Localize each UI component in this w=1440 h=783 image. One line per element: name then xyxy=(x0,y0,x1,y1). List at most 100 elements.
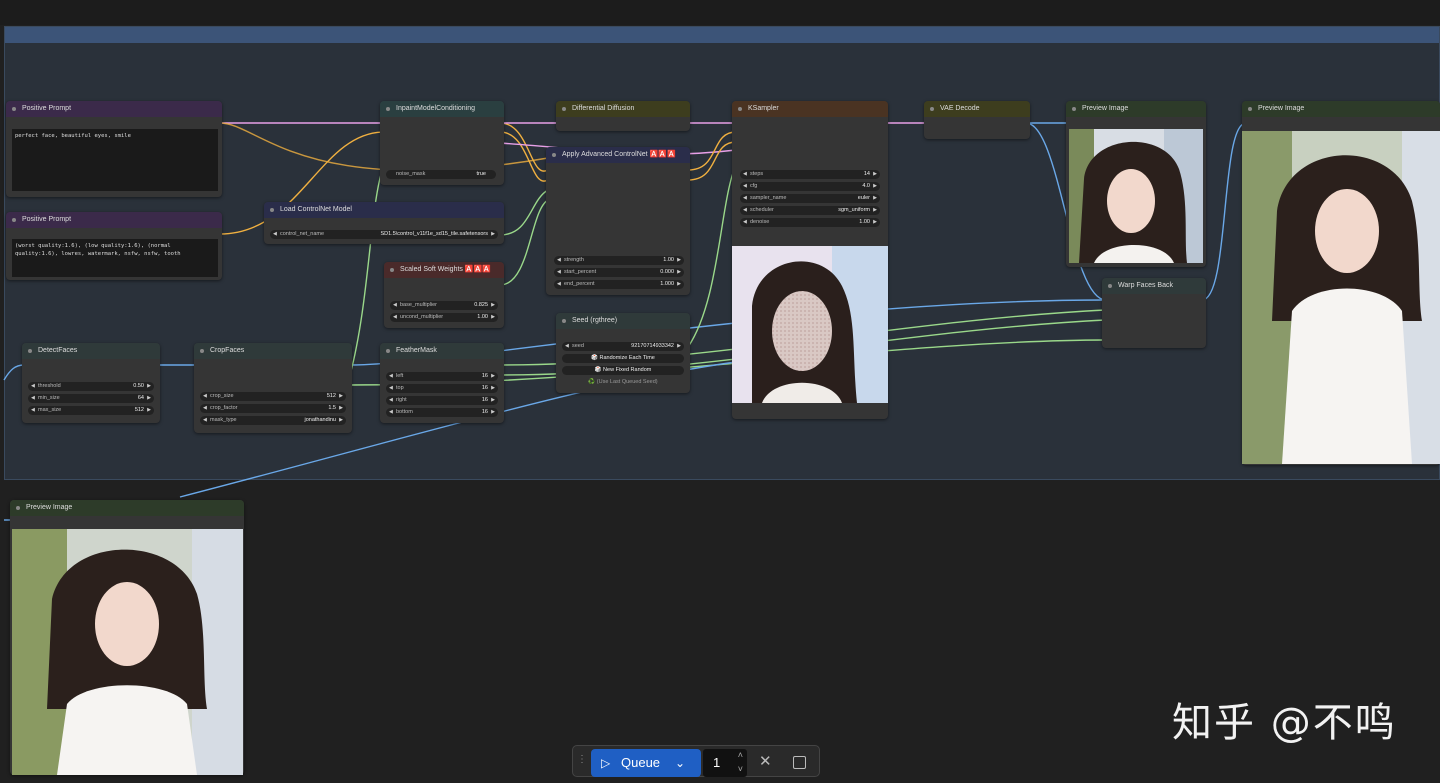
arrow-right-icon[interactable]: ▶ xyxy=(339,392,343,401)
collapse-dot[interactable] xyxy=(738,107,742,111)
node-preview-image-1[interactable]: Preview Image xyxy=(1066,101,1206,267)
node-warp-faces-back[interactable]: Warp Faces Back xyxy=(1102,278,1206,348)
arrow-right-icon[interactable]: ▶ xyxy=(873,206,877,215)
end-percent-field[interactable]: ◀ end_percent 1.000 ▶ xyxy=(554,280,684,289)
sampler-name-select[interactable]: ◀ sampler_name euler ▶ xyxy=(740,194,880,203)
collapse-dot[interactable] xyxy=(12,218,16,222)
queue-button[interactable]: ▷ Queue ⌄ xyxy=(591,749,701,777)
arrow-left-icon[interactable]: ◀ xyxy=(389,384,393,393)
collapse-dot[interactable] xyxy=(28,349,32,353)
arrow-right-icon[interactable]: ▶ xyxy=(677,268,681,277)
arrow-left-icon[interactable]: ◀ xyxy=(389,408,393,417)
threshold-field[interactable]: ◀ threshold 0.50 ▶ xyxy=(28,382,154,391)
seed-field[interactable]: ◀ seed 92170714933342 ▶ xyxy=(562,342,684,351)
top-field[interactable]: ◀ top 16 ▶ xyxy=(386,384,498,393)
prompt-text-field[interactable]: (worst quality:1.6), (low quality:1.6), … xyxy=(12,239,218,277)
steps-field[interactable]: ◀ steps 14 ▶ xyxy=(740,170,880,179)
arrow-right-icon[interactable]: ▶ xyxy=(677,280,681,289)
arrow-left-icon[interactable]: ◀ xyxy=(389,372,393,381)
arrow-right-icon[interactable]: ▶ xyxy=(339,416,343,425)
arrow-left-icon[interactable]: ◀ xyxy=(389,396,393,405)
arrow-right-icon[interactable]: ▶ xyxy=(873,218,877,227)
arrow-left-icon[interactable]: ◀ xyxy=(203,416,207,425)
node-vae-decode[interactable]: VAE Decode xyxy=(924,101,1030,139)
node-apply-advanced-controlnet[interactable]: Apply Advanced ControlNet 🅰️🅰️🅰️ ◀ stren… xyxy=(546,147,690,295)
crop-size-field[interactable]: ◀ crop_size 512 ▶ xyxy=(200,392,346,401)
node-seed[interactable]: Seed (rgthree) ◀ seed 92170714933342 ▶ 🎲… xyxy=(556,313,690,393)
collapse-dot[interactable] xyxy=(200,349,204,353)
collapse-dot[interactable] xyxy=(1108,284,1112,288)
node-positive-prompt-2[interactable]: Positive Prompt (worst quality:1.6), (lo… xyxy=(6,212,222,280)
arrow-left-icon[interactable]: ◀ xyxy=(393,301,397,310)
node-feather-mask[interactable]: FeatherMask ◀ left 16 ▶ ◀ top 16 ▶ ◀ rig… xyxy=(380,343,504,423)
arrow-right-icon[interactable]: ▶ xyxy=(491,313,495,322)
arrow-left-icon[interactable]: ◀ xyxy=(743,194,747,203)
control-net-name-select[interactable]: ◀ control_net_name SD1.5\control_v11f1e_… xyxy=(270,230,498,239)
arrow-right-icon[interactable]: ▶ xyxy=(873,182,877,191)
prompt-text-field[interactable]: perfect face, beautiful eyes, smile xyxy=(12,129,218,191)
collapse-dot[interactable] xyxy=(1072,107,1076,111)
queue-count-input[interactable]: 1 ˄ ˅ xyxy=(703,749,747,777)
left-field[interactable]: ◀ left 16 ▶ xyxy=(386,372,498,381)
arrow-right-icon[interactable]: ▶ xyxy=(677,342,681,351)
arrow-right-icon[interactable]: ▶ xyxy=(491,384,495,393)
node-differential-diffusion[interactable]: Differential Diffusion xyxy=(556,101,690,131)
denoise-field[interactable]: ◀ denoise 1.00 ▶ xyxy=(740,218,880,227)
node-ksampler[interactable]: KSampler ◀ steps 14 ▶ ◀ cfg 4.0 ▶ ◀ samp… xyxy=(732,101,888,419)
arrow-left-icon[interactable]: ◀ xyxy=(557,280,561,289)
node-positive-prompt-1[interactable]: Positive Prompt perfect face, beautiful … xyxy=(6,101,222,197)
node-preview-image-2[interactable]: Preview Image xyxy=(1242,101,1440,465)
max-size-field[interactable]: ◀ max_size 512 ▶ xyxy=(28,406,154,415)
bottom-field[interactable]: ◀ bottom 16 ▶ xyxy=(386,408,498,417)
close-icon[interactable]: ✕ xyxy=(759,752,772,770)
cfg-field[interactable]: ◀ cfg 4.0 ▶ xyxy=(740,182,880,191)
stop-icon[interactable] xyxy=(793,756,806,769)
scheduler-select[interactable]: ◀ scheduler sgm_uniform ▶ xyxy=(740,206,880,215)
node-scaled-soft-weights[interactable]: Scaled Soft Weights 🅰️🅰️🅰️ ◀ base_multip… xyxy=(384,262,504,328)
arrow-left-icon[interactable]: ◀ xyxy=(31,394,35,403)
arrow-right-icon[interactable]: ▶ xyxy=(339,404,343,413)
collapse-dot[interactable] xyxy=(386,349,390,353)
start-percent-field[interactable]: ◀ start_percent 0.000 ▶ xyxy=(554,268,684,277)
arrow-right-icon[interactable]: ▶ xyxy=(491,301,495,310)
arrow-right-icon[interactable]: ▶ xyxy=(147,382,151,391)
collapse-dot[interactable] xyxy=(270,208,274,212)
randomize-each-time-button[interactable]: 🎲 Randomize Each Time xyxy=(562,354,684,363)
arrow-left-icon[interactable]: ◀ xyxy=(743,170,747,179)
strength-field[interactable]: ◀ strength 1.00 ▶ xyxy=(554,256,684,265)
arrow-left-icon[interactable]: ◀ xyxy=(557,268,561,277)
noise-mask-toggle[interactable]: noise_mask true xyxy=(386,170,496,179)
collapse-dot[interactable] xyxy=(386,107,390,111)
arrow-left-icon[interactable]: ◀ xyxy=(203,404,207,413)
arrow-right-icon[interactable]: ▶ xyxy=(491,396,495,405)
uncond-multiplier-field[interactable]: ◀ uncond_multiplier 1.00 ▶ xyxy=(390,313,498,322)
use-last-queued-seed-button[interactable]: ♻️ (Use Last Queued Seed) xyxy=(562,378,684,387)
arrow-right-icon[interactable]: ▶ xyxy=(873,194,877,203)
arrow-left-icon[interactable]: ◀ xyxy=(743,182,747,191)
arrow-left-icon[interactable]: ◀ xyxy=(743,206,747,215)
drag-handle-icon[interactable]: ⋮ xyxy=(577,754,587,765)
collapse-dot[interactable] xyxy=(562,319,566,323)
node-detect-faces[interactable]: DetectFaces ◀ threshold 0.50 ▶ ◀ min_siz… xyxy=(22,343,160,423)
chevron-down-icon[interactable]: ⌄ xyxy=(675,749,685,777)
arrow-right-icon[interactable]: ▶ xyxy=(147,394,151,403)
arrow-right-icon[interactable]: ▶ xyxy=(491,230,495,239)
arrow-right-icon[interactable]: ▶ xyxy=(677,256,681,265)
node-load-controlnet[interactable]: Load ControlNet Model ◀ control_net_name… xyxy=(264,202,504,244)
collapse-dot[interactable] xyxy=(12,107,16,111)
arrow-left-icon[interactable]: ◀ xyxy=(31,382,35,391)
collapse-dot[interactable] xyxy=(16,506,20,510)
mask-type-select[interactable]: ◀ mask_type jonathandinu ▶ xyxy=(200,416,346,425)
arrow-left-icon[interactable]: ◀ xyxy=(203,392,207,401)
arrow-left-icon[interactable]: ◀ xyxy=(557,256,561,265)
arrow-left-icon[interactable]: ◀ xyxy=(273,230,277,239)
arrow-right-icon[interactable]: ▶ xyxy=(491,408,495,417)
arrow-left-icon[interactable]: ◀ xyxy=(565,342,569,351)
collapse-dot[interactable] xyxy=(1248,107,1252,111)
arrow-right-icon[interactable]: ▶ xyxy=(491,372,495,381)
node-crop-faces[interactable]: CropFaces ◀ crop_size 512 ▶ ◀ crop_facto… xyxy=(194,343,352,433)
collapse-dot[interactable] xyxy=(390,268,394,272)
node-inpaint-model-conditioning[interactable]: InpaintModelConditioning noise_mask true xyxy=(380,101,504,185)
arrow-right-icon[interactable]: ▶ xyxy=(147,406,151,415)
arrow-left-icon[interactable]: ◀ xyxy=(393,313,397,322)
